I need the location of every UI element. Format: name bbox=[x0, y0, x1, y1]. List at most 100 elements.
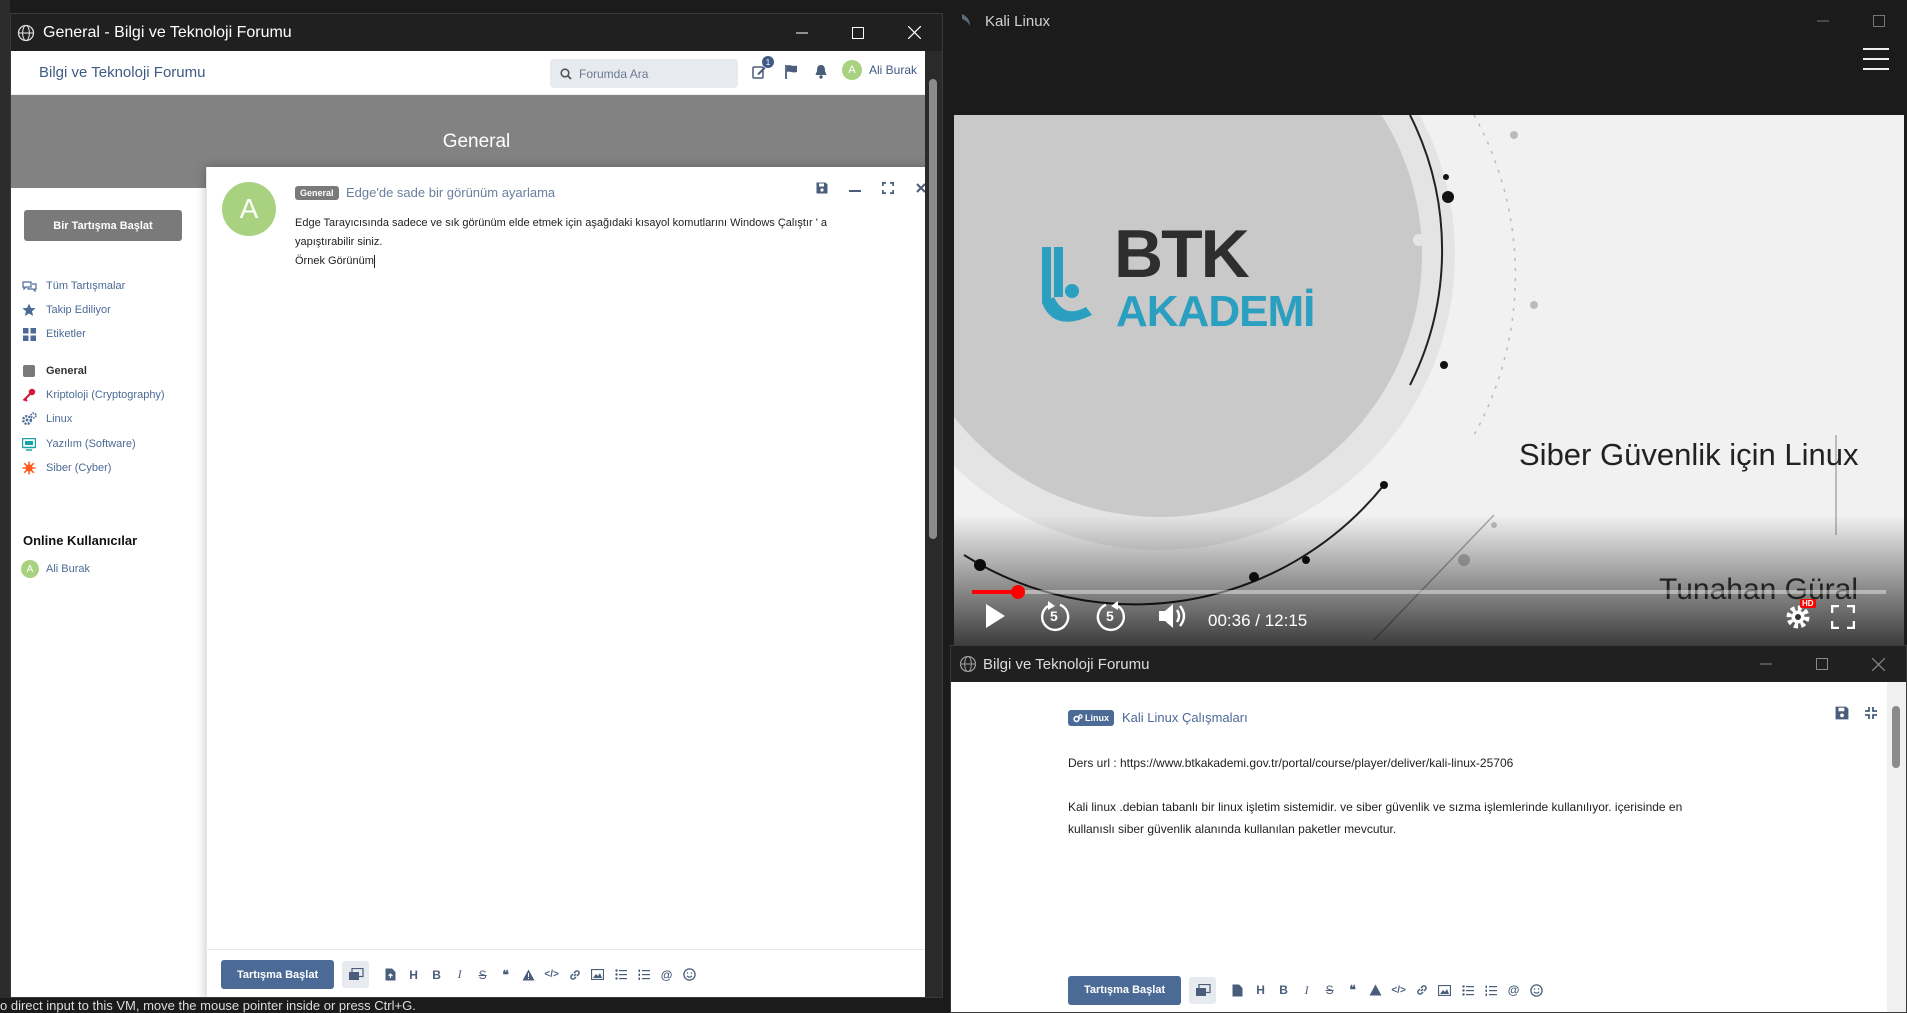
strikethrough-icon[interactable]: S bbox=[471, 964, 494, 986]
quote-icon[interactable]: ❝ bbox=[494, 964, 517, 986]
nav-tags[interactable]: Etiketler bbox=[21, 326, 86, 342]
tag-badge[interactable]: General bbox=[295, 186, 339, 200]
avatar: A bbox=[842, 60, 862, 80]
key-icon bbox=[21, 387, 37, 403]
submit-discussion-button[interactable]: Tartışma Başlat bbox=[1068, 975, 1182, 1005]
progress-bar[interactable] bbox=[972, 585, 1886, 599]
volume-icon[interactable] bbox=[1158, 603, 1188, 629]
window-title: General - Bilgi ve Teknoloji Forumu bbox=[43, 23, 292, 41]
italic-icon[interactable]: I bbox=[448, 964, 471, 986]
rewind-icon[interactable]: 5 bbox=[1038, 600, 1072, 634]
flag-icon[interactable] bbox=[784, 64, 798, 79]
bell-icon[interactable] bbox=[814, 64, 828, 79]
preview-toggle-icon[interactable] bbox=[1189, 976, 1217, 1004]
link-icon[interactable] bbox=[563, 964, 586, 986]
close-button[interactable] bbox=[1850, 646, 1906, 682]
quote-icon[interactable]: ❝ bbox=[1341, 979, 1364, 1001]
preview-toggle-icon[interactable] bbox=[342, 961, 370, 988]
expand-icon[interactable] bbox=[881, 181, 895, 195]
forum-title-link[interactable]: Bilgi ve Teknoloji Forumu bbox=[39, 64, 205, 81]
nav-all-discussions[interactable]: Tüm Tartışmalar bbox=[21, 278, 125, 294]
maximize-button[interactable] bbox=[1794, 646, 1850, 682]
maximize-button[interactable] bbox=[1851, 0, 1907, 42]
scrollbar-thumb[interactable] bbox=[1892, 706, 1900, 768]
fullscreen-icon[interactable] bbox=[1831, 605, 1855, 629]
collapse-icon[interactable] bbox=[1864, 706, 1878, 720]
code-icon[interactable]: </> bbox=[1387, 979, 1410, 1001]
hero-title: General bbox=[442, 131, 511, 152]
progress-scrubber[interactable] bbox=[1010, 585, 1025, 599]
upload-icon[interactable] bbox=[379, 964, 402, 986]
start-discussion-button[interactable]: Bir Tartışma Başlat bbox=[24, 210, 182, 241]
heading-icon[interactable]: H bbox=[402, 964, 425, 986]
bold-icon[interactable]: B bbox=[1272, 979, 1295, 1001]
window-title: Kali Linux bbox=[985, 12, 1051, 30]
save-draft-icon[interactable] bbox=[815, 181, 829, 195]
gears-icon bbox=[1073, 713, 1083, 722]
minimize-button[interactable] bbox=[774, 14, 830, 51]
play-icon[interactable] bbox=[984, 603, 1006, 629]
search-input[interactable]: Forumda Ara bbox=[550, 59, 738, 88]
gears-icon bbox=[21, 411, 37, 427]
discussion-title-input[interactable]: Kali Linux Çalışmaları bbox=[1122, 710, 1248, 725]
spoiler-icon[interactable] bbox=[517, 964, 540, 986]
video-player[interactable]: BTK AKADEMİ Siber Güvenlik için Linux Tu… bbox=[954, 115, 1904, 645]
mention-icon[interactable]: @ bbox=[1502, 979, 1525, 1001]
grid-icon bbox=[21, 326, 37, 342]
numbered-list-icon[interactable] bbox=[1479, 979, 1502, 1001]
tag-item-software[interactable]: Yazılım (Software) bbox=[21, 436, 136, 452]
italic-icon[interactable]: I bbox=[1295, 979, 1318, 1001]
save-draft-icon[interactable] bbox=[1835, 706, 1849, 720]
strikethrough-icon[interactable]: S bbox=[1318, 979, 1341, 1001]
numbered-list-icon[interactable] bbox=[632, 964, 655, 986]
tag-item-cryptography[interactable]: Kriptoloji (Cryptography) bbox=[21, 387, 165, 403]
spoiler-icon[interactable] bbox=[1364, 979, 1387, 1001]
emoji-icon[interactable] bbox=[1525, 979, 1548, 1001]
avatar: A bbox=[222, 182, 276, 236]
tag-item-linux[interactable]: Linux bbox=[21, 411, 72, 427]
nav-following[interactable]: Takip Ediliyor bbox=[21, 302, 111, 318]
image-icon[interactable] bbox=[586, 964, 609, 986]
tag-item-general[interactable]: General bbox=[21, 363, 87, 379]
forward-icon[interactable]: 5 bbox=[1094, 600, 1128, 634]
comments-icon bbox=[21, 278, 37, 294]
bold-icon[interactable]: B bbox=[425, 964, 448, 986]
search-icon bbox=[560, 67, 572, 80]
minimize-button[interactable] bbox=[1795, 0, 1851, 42]
bullet-list-icon[interactable] bbox=[1456, 979, 1479, 1001]
link-icon[interactable] bbox=[1410, 979, 1433, 1001]
minimize-composer-icon[interactable] bbox=[848, 181, 862, 195]
scrollbar-thumb[interactable] bbox=[929, 79, 937, 539]
vertical-scrollbar[interactable] bbox=[1887, 682, 1906, 1012]
forum-window: General - Bilgi ve Teknoloji Forumu Bilg… bbox=[10, 13, 943, 998]
tag-item-cyber[interactable]: Siber (Cyber) bbox=[21, 460, 111, 476]
tag-label: Linux bbox=[46, 413, 73, 425]
user-menu[interactable]: A Ali Burak bbox=[842, 60, 917, 80]
online-user-item[interactable]: A Ali Burak bbox=[21, 560, 90, 578]
heading-icon[interactable]: H bbox=[1249, 979, 1272, 1001]
menu-icon[interactable] bbox=[1863, 48, 1889, 78]
composer-textarea[interactable]: Edge Tarayıcısında sadece ve sık görünüm… bbox=[295, 214, 885, 271]
body-line: Ders url : https://www.btkakademi.gov.tr… bbox=[1068, 756, 1514, 770]
vm-status-text: o direct input to this VM, move the mous… bbox=[0, 998, 945, 1013]
emoji-icon[interactable] bbox=[678, 964, 701, 986]
maximize-button[interactable] bbox=[830, 14, 886, 51]
tag-badge[interactable]: Linux bbox=[1068, 710, 1114, 726]
virus-icon bbox=[21, 460, 37, 476]
upload-icon[interactable] bbox=[1226, 979, 1249, 1001]
settings-icon[interactable]: HD bbox=[1784, 599, 1816, 631]
image-icon[interactable] bbox=[1433, 979, 1456, 1001]
minimize-button[interactable] bbox=[1738, 646, 1794, 682]
bullet-list-icon[interactable] bbox=[609, 964, 632, 986]
window-titlebar: Bilgi ve Teknoloji Forumu bbox=[951, 646, 1906, 682]
code-icon[interactable]: </> bbox=[540, 964, 563, 986]
discussion-title-input[interactable]: Edge'de sade bir görünüm ayarlama bbox=[346, 185, 555, 200]
submit-discussion-button[interactable]: Tartışma Başlat bbox=[221, 960, 335, 989]
close-button[interactable] bbox=[886, 14, 942, 51]
logo-text: BTK bbox=[1114, 216, 1250, 292]
discussion-composer: Linux Kali Linux Çalışmaları Ders url : … bbox=[951, 682, 1889, 1012]
composer-textarea[interactable]: Ders url : https://www.btkakademi.gov.tr… bbox=[1068, 752, 1848, 840]
vertical-scrollbar[interactable] bbox=[925, 51, 942, 997]
mention-icon[interactable]: @ bbox=[655, 964, 678, 986]
body-line: Kali linux .debian tabanlı bir linux işl… bbox=[1068, 800, 1683, 814]
